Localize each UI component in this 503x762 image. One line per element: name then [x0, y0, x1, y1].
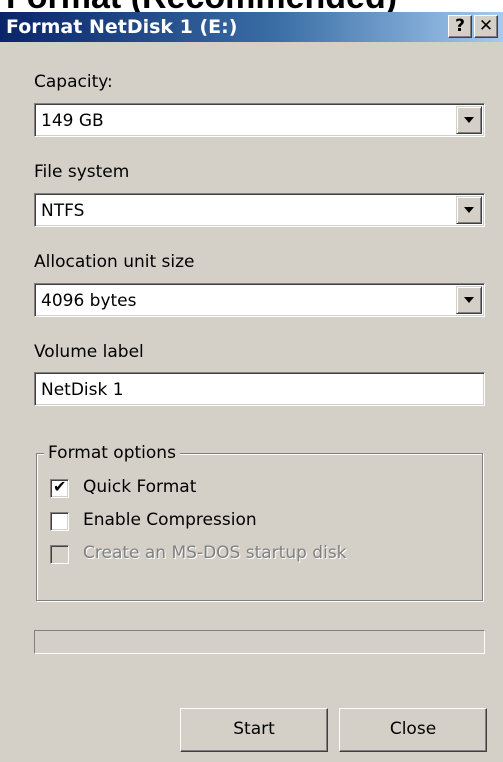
close-icon: ✕	[478, 16, 494, 36]
capacity-dropdown-button[interactable]	[456, 106, 482, 134]
msdos-label: Create an MS-DOS startup disk	[83, 543, 347, 563]
checkmark-icon: ✔	[53, 477, 67, 496]
start-button[interactable]: Start	[180, 708, 328, 752]
file-system-dropdown-button[interactable]	[456, 196, 482, 224]
volume-label-input[interactable]: NetDisk 1	[34, 372, 485, 406]
allocation-dropdown-button[interactable]	[456, 286, 482, 314]
allocation-label: Allocation unit size	[34, 252, 195, 272]
compression-label: Enable Compression	[83, 510, 257, 530]
msdos-checkbox	[50, 545, 69, 564]
quick-format-label: Quick Format	[83, 477, 197, 497]
capacity-label: Capacity:	[34, 72, 113, 92]
close-button[interactable]: Close	[339, 708, 487, 752]
allocation-dropdown[interactable]: 4096 bytes	[34, 283, 485, 317]
chevron-down-icon	[464, 117, 474, 123]
file-system-dropdown[interactable]: NTFS	[34, 193, 485, 227]
file-system-value: NTFS	[41, 201, 85, 221]
compression-checkbox[interactable]	[50, 512, 69, 531]
chevron-down-icon	[464, 297, 474, 303]
quick-format-checkbox[interactable]: ✔	[50, 477, 69, 498]
capacity-dropdown[interactable]: 149 GB	[34, 103, 485, 137]
title-bar[interactable]: Format NetDisk 1 (E:) ? ✕	[0, 12, 503, 42]
help-button[interactable]: ?	[448, 15, 472, 38]
format-options-title: Format options	[44, 443, 180, 463]
window-title: Format NetDisk 1 (E:)	[6, 16, 238, 38]
format-dialog: Format NetDisk 1 (E:) ? ✕ Capacity: 149 …	[0, 12, 503, 762]
title-close-button[interactable]: ✕	[474, 15, 498, 38]
volume-label-label: Volume label	[34, 342, 144, 362]
format-progress-bar	[34, 630, 485, 654]
capacity-value: 149 GB	[41, 111, 104, 131]
chevron-down-icon	[464, 207, 474, 213]
file-system-label: File system	[34, 162, 130, 182]
allocation-value: 4096 bytes	[41, 291, 137, 311]
